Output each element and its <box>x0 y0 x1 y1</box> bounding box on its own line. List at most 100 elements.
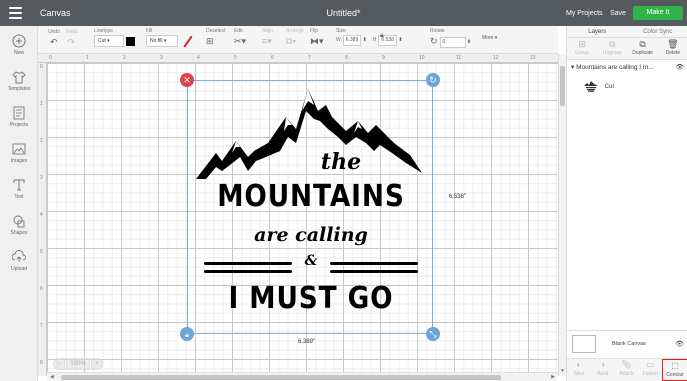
edit-label: Edit <box>234 28 243 34</box>
deselect-icon[interactable]: ⊞ <box>206 35 214 47</box>
sidebar-item-shapes[interactable]: Shapes <box>0 214 38 236</box>
layer-actions: ⊞ Group ⧉ Ungroup ⧉ Duplicate 🗑︎ Delete <box>567 38 687 60</box>
eye-icon[interactable]: 👁︎ <box>676 62 684 74</box>
lock-icon[interactable]: 🔒︎ <box>380 30 384 42</box>
tab-layers[interactable]: Layers <box>567 26 628 37</box>
vertical-scroll-thumb[interactable] <box>560 66 565 106</box>
chevron-down-icon[interactable]: ▾ <box>571 64 574 71</box>
plus-circle-icon <box>12 34 26 48</box>
ruler-tick-label: 1 <box>40 101 43 107</box>
size-group: Size W 6.389 ⬍ 🔒︎ H 6.538 ⬍ <box>336 28 403 46</box>
document-title[interactable]: Untitled* <box>326 8 360 18</box>
zoom-out-button[interactable]: − <box>53 358 65 370</box>
linetype-group: Linetype Cut ▾ <box>94 28 135 47</box>
rotate-handle[interactable]: ↻ <box>426 73 440 87</box>
rotate-icon: ↻ <box>430 36 438 46</box>
sidebar-item-projects[interactable]: Projects <box>0 106 38 128</box>
group-button[interactable]: ⊞ Group <box>567 38 597 59</box>
scale-handle[interactable]: ⤡ <box>426 327 440 341</box>
scroll-down-arrow-icon[interactable]: ▼ <box>560 368 565 374</box>
design-rule-right-top <box>330 262 418 265</box>
scissors-icon[interactable]: ✂▾ <box>234 35 246 47</box>
zoom-in-button[interactable]: + <box>91 358 103 370</box>
linetype-select[interactable]: Cut ▾ <box>94 35 124 47</box>
rotate-group: Rotate ↻ 0 ⬍ <box>430 28 472 48</box>
blank-canvas-swatch[interactable] <box>572 335 596 353</box>
linetype-color-swatch[interactable] <box>126 36 135 46</box>
save-button[interactable]: Save <box>610 10 626 17</box>
redo-icon[interactable]: ↷ <box>68 36 76 48</box>
ruler-tick-label: 9 <box>382 55 385 61</box>
fill-group: Fill No fill ▾ <box>146 28 193 47</box>
delete-handle[interactable]: ✕ <box>180 73 194 87</box>
align-icon[interactable]: ≡▾ <box>262 35 272 47</box>
rotate-icon: ↻ <box>429 75 437 85</box>
undo-icon[interactable]: ↶ <box>50 36 58 48</box>
design-line-i-must-go: I MUST GO <box>228 281 394 316</box>
contour-label: Contour <box>666 372 684 378</box>
flatten-button[interactable]: ▭ Flatten <box>638 359 662 381</box>
app-name: Canvas <box>40 8 71 18</box>
sidebar-item-label: Templates <box>7 86 31 92</box>
sidebar-item-upload[interactable]: Upload <box>0 250 38 272</box>
sidebar-item-templates[interactable]: Templates <box>0 70 38 92</box>
height-field-wrap: H 6.538 ⬍ <box>373 35 403 46</box>
make-it-button[interactable]: Make It <box>633 6 683 20</box>
mountains-design[interactable]: the MOUNTAINS are calling & I MUST GO <box>196 81 426 331</box>
design-line-ampersand: & <box>304 253 318 269</box>
selection-box[interactable]: the MOUNTAINS are calling & I MUST GO ✕ … <box>180 73 466 345</box>
height-label: H <box>372 37 377 43</box>
layer-group-row[interactable]: ▾ Mountains are calling I m... 👁︎ <box>567 62 687 74</box>
lock-icon: 🔒︎ <box>185 332 189 339</box>
layer-group-name: Mountains are calling I m... <box>576 64 654 71</box>
slice-button[interactable]: ◐ Slice <box>567 359 591 381</box>
no-fill-icon[interactable] <box>181 36 193 47</box>
ruler-tick-label: 6 <box>40 286 43 292</box>
sidebar-item-text[interactable]: Text <box>0 178 38 200</box>
delete-label: Delete <box>665 50 681 56</box>
lock-handle[interactable]: 🔒︎ <box>180 327 194 341</box>
ruler-tick-label: 7 <box>40 323 43 329</box>
contour-icon: ⬚ <box>671 361 679 370</box>
ungroup-button[interactable]: ⧉ Ungroup <box>597 38 627 59</box>
rotate-input[interactable]: 0 <box>439 36 466 48</box>
layer-item[interactable]: Cut <box>583 78 683 96</box>
flatten-icon: ▭ <box>646 360 655 369</box>
redo-label: Redo <box>66 29 78 35</box>
arrange-icon[interactable]: ⧉▾ <box>286 35 296 47</box>
weld-icon: ◑ <box>600 360 606 369</box>
ruler-tick-label: 3 <box>160 55 163 61</box>
images-icon <box>12 142 26 156</box>
flip-icon[interactable]: ⧓▾ <box>310 35 324 47</box>
attach-button[interactable]: 📎︎ Attach <box>615 359 639 381</box>
contour-button[interactable]: ⬚ Contour <box>662 359 687 381</box>
linetype-value: Cut <box>98 38 106 44</box>
horizontal-scroll-thumb[interactable] <box>61 375 501 380</box>
sidebar-item-new[interactable]: New <box>0 34 38 56</box>
vertical-scrollbar[interactable]: ▼ <box>558 54 566 376</box>
sidebar-item-label: Upload <box>11 266 27 272</box>
scroll-left-arrow-icon[interactable]: ◀ <box>50 374 54 380</box>
more-button[interactable]: More ▾ <box>482 35 497 42</box>
eye-icon[interactable]: 👁︎ <box>675 340 684 348</box>
width-input[interactable]: 6.389 <box>342 35 362 46</box>
delete-button[interactable]: 🗑︎ Delete <box>658 38 687 59</box>
upload-icon <box>11 250 26 264</box>
weld-button[interactable]: ◑ Weld <box>591 359 615 381</box>
tab-color-sync[interactable]: Color Sync <box>628 26 687 37</box>
duplicate-button[interactable]: ⧉ Duplicate <box>628 38 658 59</box>
horizontal-scrollbar[interactable]: ◀ ▶ <box>47 372 558 381</box>
design-canvas[interactable]: the MOUNTAINS are calling & I MUST GO ✕ … <box>47 63 558 376</box>
my-projects-link[interactable]: My Projects <box>566 10 603 17</box>
scroll-right-arrow-icon[interactable]: ▶ <box>551 374 555 380</box>
ruler-tick-label: 4 <box>197 55 200 61</box>
sidebar-item-label: Images <box>10 158 28 164</box>
flatten-label: Flatten <box>642 371 658 377</box>
ungroup-label: Ungroup <box>602 50 622 56</box>
layer-item-type: Cut <box>604 84 615 90</box>
sidebar-item-images[interactable]: Images <box>0 142 38 164</box>
ruler-tick-label: 5 <box>234 55 237 61</box>
fill-select[interactable]: No fill ▾ <box>146 35 178 47</box>
zoom-level: 100% <box>66 358 90 370</box>
menu-icon[interactable] <box>9 7 22 19</box>
